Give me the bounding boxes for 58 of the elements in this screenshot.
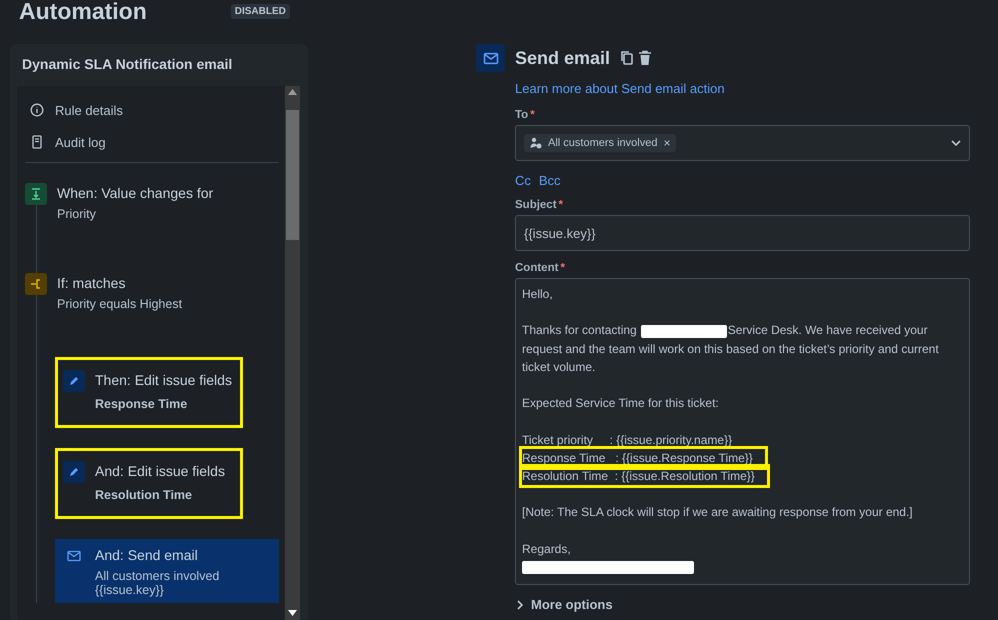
recipients-select[interactable]: All customers involved ×: [515, 125, 970, 161]
rule-step[interactable]: When: Value changes for Priority: [25, 177, 279, 227]
more-options-toggle[interactable]: More options: [515, 597, 970, 612]
step-title: If: matches: [57, 275, 126, 291]
pencil-icon: [63, 370, 85, 392]
action-title: Send email: [515, 48, 610, 68]
trash-icon[interactable]: [638, 50, 652, 66]
rule-step[interactable]: If: matches Priority equals Highest: [25, 267, 279, 317]
content-line: Resolution Time : {{issue.Resolution Time}}: [522, 466, 767, 486]
step-detail: Resolution Time: [95, 488, 194, 502]
nav-link[interactable]: Audit log: [25, 126, 279, 158]
nav-link[interactable]: Rule details: [25, 94, 279, 126]
subject-field[interactable]: {{issue.key}}: [515, 215, 970, 251]
content-line: Hello,: [522, 286, 554, 303]
remove-button[interactable]: ×: [663, 137, 670, 149]
content-line: Expected Service Time for this ticket:: [522, 395, 720, 412]
bcc-link[interactable]: Bcc: [538, 173, 561, 188]
field-label: To *: [515, 109, 536, 121]
content-field[interactable]: [515, 278, 970, 586]
learn-more-link[interactable]: Learn more about Send email action: [515, 81, 725, 96]
document-icon: [30, 135, 44, 149]
chevron-down-icon[interactable]: [951, 140, 961, 146]
step-detail: All customers involved: [95, 569, 220, 583]
rule-step[interactable]: And: Send email All customers involved {{issue.key}}: [55, 539, 279, 603]
rule-step[interactable]: And: Edit issue fields Resolution Time: [55, 448, 243, 519]
envelope-icon: [476, 44, 505, 72]
step-title: And: Send email: [95, 547, 199, 563]
content-line: Regards,: [522, 540, 572, 558]
info-icon: [30, 103, 44, 117]
content-line: Response Time : {{issue.Response Time}}: [522, 448, 765, 467]
content-line: Ticket priority : {{issue.priority.name}}: [522, 432, 734, 449]
page-title: Automation: [19, 0, 147, 24]
triangle-up-icon[interactable]: [288, 89, 297, 95]
cc-link[interactable]: Cc: [515, 173, 531, 188]
scrollbar[interactable]: [285, 86, 300, 620]
scroll-thumb[interactable]: [286, 110, 299, 240]
step-detail: Priority: [57, 207, 97, 221]
pencil-icon: [63, 461, 85, 483]
rule-name: Dynamic SLA Notification email: [21, 56, 234, 72]
content-line: Thanks for contacting Service Desk. We have received your request and the team will work on this based on the ticket’s priority and current ticket volume.: [522, 322, 940, 376]
step-title: And: Edit issue fields: [95, 463, 225, 479]
step-title: Then: Edit issue fields: [95, 372, 232, 388]
triangle-down-icon[interactable]: [288, 610, 297, 616]
status-lozenge: DISABLED: [230, 4, 290, 18]
field-label: Subject *: [515, 199, 564, 211]
arrow-down-icon: [25, 183, 47, 205]
rule-step[interactable]: Then: Edit issue fields Response Time: [55, 357, 243, 428]
chevron-right-icon: [517, 600, 523, 610]
content-line: [Note: The SLA clock will stop if we are awaiting response from your end.]: [522, 504, 914, 522]
step-detail: Priority equals Highest: [57, 297, 182, 311]
copy-icon[interactable]: [620, 50, 634, 66]
recipient-tag: All customers involved ×: [524, 134, 676, 152]
field-label: Content *: [515, 262, 566, 274]
step-detail: {{issue.key}}: [95, 583, 165, 597]
people-icon: [530, 137, 542, 149]
step-title: When: Value changes for: [57, 185, 214, 201]
step-detail: Response Time: [95, 397, 188, 411]
branch-icon: [25, 273, 47, 295]
